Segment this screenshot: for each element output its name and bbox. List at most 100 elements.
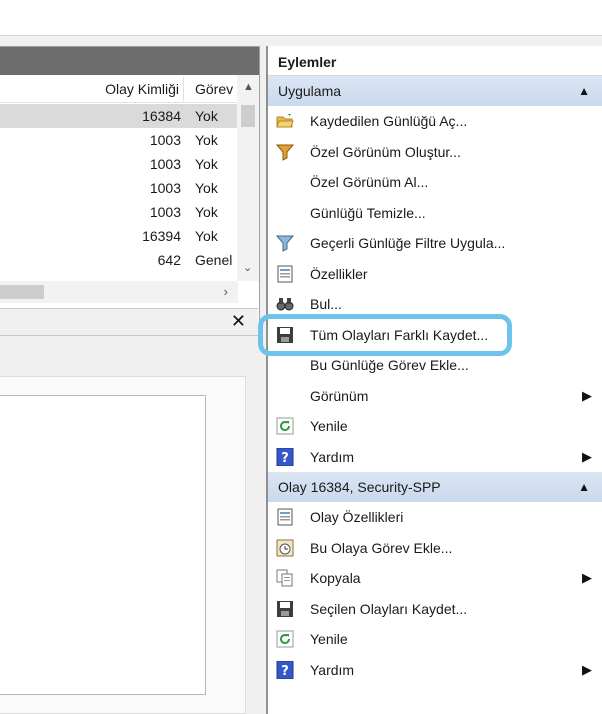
help-icon: ? — [276, 660, 294, 679]
action-properties[interactable]: Özellikler — [268, 259, 602, 290]
events-grid-panel: Olay Kimliği Görev 16384 Yok 1003 Yok 10… — [0, 46, 260, 336]
table-row[interactable]: 1003 Yok — [0, 152, 238, 176]
copy-icon — [276, 569, 294, 587]
chevron-down-icon[interactable]: ⌄ — [243, 261, 252, 274]
section-title: Uygulama — [278, 83, 342, 99]
column-header-task[interactable]: Görev — [195, 81, 233, 97]
action-label: Kaydedilen Günlüğü Aç... — [310, 113, 468, 129]
row-event-id: 642 — [157, 252, 181, 268]
actions-title: Eylemler — [268, 46, 602, 76]
close-icon[interactable]: ✕ — [231, 311, 246, 332]
action-label: Yenile — [310, 631, 348, 647]
action-view[interactable]: Görünüm ▶ — [268, 381, 602, 412]
row-task: Yok — [195, 228, 218, 244]
properties-icon — [276, 508, 294, 526]
section-header-uygulama[interactable]: Uygulama ▲ — [268, 76, 602, 106]
action-clear-log[interactable]: Günlüğü Temizle... — [268, 198, 602, 229]
column-header-event-id[interactable]: Olay Kimliği — [105, 81, 179, 97]
action-label: Seçilen Olayları Kaydet... — [310, 600, 468, 617]
refresh-icon — [276, 630, 294, 648]
action-save-selected-events[interactable]: Seçilen Olayları Kaydet... — [268, 594, 602, 625]
action-label: Görünüm — [310, 387, 369, 404]
scroll-thumb[interactable] — [241, 105, 255, 127]
action-label: Geçerli Günlüğe Filtre Uygula... — [310, 235, 506, 251]
row-event-id: 1003 — [149, 156, 181, 172]
action-help[interactable]: ? Yardım ▶ — [268, 442, 602, 473]
chevron-right-icon[interactable]: › — [224, 284, 228, 299]
action-label: Bul... — [310, 296, 342, 312]
vertical-scrollbar[interactable]: ▲ ⌄ — [237, 75, 259, 281]
row-event-id: 1003 — [149, 132, 181, 148]
row-task: Yok — [195, 108, 218, 124]
action-label: Yardım — [310, 448, 355, 465]
events-grid-titlebar — [0, 47, 259, 75]
table-row[interactable]: 642 Genel — [0, 248, 238, 272]
action-label: Günlüğü Temizle... — [310, 204, 426, 221]
table-row[interactable]: 1003 Yok — [0, 176, 238, 200]
grid-header: Olay Kimliği Görev — [0, 75, 259, 103]
row-task: Yok — [195, 180, 218, 196]
table-row[interactable]: 1003 Yok — [0, 128, 238, 152]
submenu-arrow-icon: ▶ — [582, 661, 592, 677]
actions-pane: Eylemler Uygulama ▲ Kaydedilen Günlüğü A… — [266, 46, 602, 714]
action-label: Kopyala — [310, 570, 361, 586]
action-help[interactable]: ? Yardım ▶ — [268, 655, 602, 686]
submenu-arrow-icon: ▶ — [582, 570, 592, 585]
top-toolbar — [0, 0, 602, 36]
row-task: Yok — [195, 156, 218, 172]
action-import-custom-view[interactable]: Özel Görünüm Al... — [268, 167, 602, 198]
row-task: Genel — [195, 252, 233, 268]
svg-text:?: ? — [281, 451, 289, 466]
scroll-thumb[interactable] — [0, 285, 44, 299]
row-event-id: 1003 — [149, 180, 181, 196]
svg-text:?: ? — [281, 664, 289, 679]
action-event-properties[interactable]: Olay Özellikleri — [268, 502, 602, 533]
highlight-annotation — [258, 314, 512, 356]
action-label: Özel Görünüm Oluştur... — [310, 143, 461, 160]
section-header-event[interactable]: Olay 16384, Security-SPP ▲ — [268, 472, 602, 502]
table-row[interactable]: 1003 Yok — [0, 200, 238, 224]
action-label: Özellikler — [310, 265, 368, 282]
folder-open-icon — [276, 112, 294, 130]
column-separator[interactable] — [183, 77, 184, 101]
left-pane: Olay Kimliği Görev 16384 Yok 1003 Yok 10… — [0, 36, 264, 714]
filter-icon — [276, 143, 294, 161]
help-icon: ? — [276, 447, 294, 466]
binoculars-icon — [276, 295, 294, 313]
event-detail-textbox[interactable] — [0, 395, 206, 695]
save-icon — [276, 600, 294, 618]
filter-icon — [276, 234, 294, 252]
action-label: Bu Günlüğe Görev Ekle... — [310, 357, 469, 373]
submenu-arrow-icon: ▶ — [582, 387, 592, 403]
action-label: Özel Görünüm Al... — [310, 174, 429, 190]
row-task: Yok — [195, 132, 218, 148]
event-detail-header: ✕ — [0, 308, 258, 336]
table-row[interactable]: 16394 Yok — [0, 224, 238, 248]
action-label: Olay Özellikleri — [310, 509, 404, 525]
action-refresh[interactable]: Yenile — [268, 411, 602, 442]
action-label: Yenile — [310, 418, 348, 434]
action-refresh[interactable]: Yenile — [268, 624, 602, 655]
submenu-arrow-icon: ▶ — [582, 448, 592, 464]
properties-icon — [276, 265, 294, 283]
collapse-icon[interactable]: ▲ — [578, 84, 590, 98]
action-label: Bu Olaya Görev Ekle... — [310, 539, 453, 556]
row-event-id: 16384 — [142, 108, 181, 124]
section-title: Olay 16384, Security-SPP — [278, 479, 441, 495]
action-attach-task-to-event[interactable]: Bu Olaya Görev Ekle... — [268, 533, 602, 564]
task-clock-icon — [276, 539, 294, 557]
collapse-icon[interactable]: ▲ — [578, 480, 590, 494]
action-copy[interactable]: Kopyala ▶ — [268, 563, 602, 594]
action-create-custom-view[interactable]: Özel Görünüm Oluştur... — [268, 137, 602, 168]
table-row[interactable]: 16384 Yok — [0, 104, 238, 128]
event-detail-frame — [0, 376, 246, 714]
event-detail-pane — [0, 336, 258, 714]
row-task: Yok — [195, 204, 218, 220]
action-label: Yardım — [310, 661, 355, 678]
action-open-saved-log[interactable]: Kaydedilen Günlüğü Aç... — [268, 106, 602, 137]
row-event-id: 1003 — [149, 204, 181, 220]
action-filter-current-log[interactable]: Geçerli Günlüğe Filtre Uygula... — [268, 228, 602, 259]
horizontal-scrollbar[interactable]: › — [0, 281, 238, 303]
scroll-up-icon[interactable]: ▲ — [243, 81, 254, 93]
row-event-id: 16394 — [142, 228, 181, 244]
